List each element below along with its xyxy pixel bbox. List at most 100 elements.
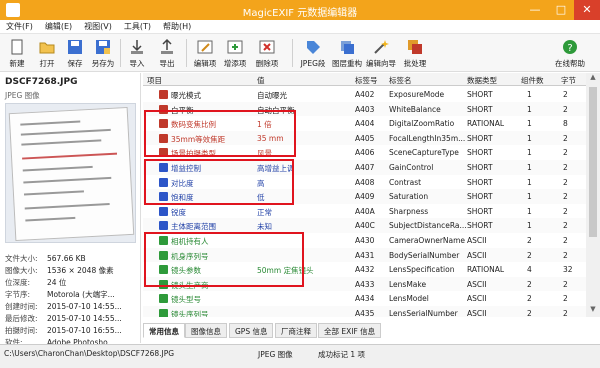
jpeg-segment-button[interactable]: JPEG段 (298, 36, 328, 70)
cell-type: ASCII (467, 279, 487, 289)
help-icon: ? (561, 38, 579, 56)
new-button[interactable]: 新建 (2, 36, 32, 70)
cell-tag: A431 (355, 250, 375, 260)
menu-bar: 文件(F) 编辑(E) 视图(V) 工具(T) 帮助(H) (0, 20, 600, 34)
cell-count: 1 (527, 192, 532, 202)
table-row[interactable]: 主体距离范围 未知 A40C SubjectDistanceRa... SHORT 1 2 (143, 218, 586, 233)
cell-type: ASCII (467, 294, 487, 304)
cell-bytes: 2 (563, 279, 568, 289)
cell-bytes: 2 (563, 236, 568, 245)
status-type: JPEG 图像 (258, 350, 293, 359)
cell-name: BodySerialNumber (389, 250, 460, 260)
cell-bytes: 2 (563, 250, 568, 260)
cell-tag: A404 (355, 119, 375, 129)
cell-count: 1 (527, 163, 532, 172)
minimize-button[interactable]: — (522, 0, 548, 20)
table-row[interactable]: 镜头序列号 A435 LensSerialNumber ASCII 2 2 (143, 306, 586, 317)
cell-tag: A406 (355, 148, 375, 158)
cell-bytes: 2 (563, 163, 568, 172)
tab-image-info[interactable]: 图像信息 (185, 323, 227, 338)
menu-help[interactable]: 帮助(H) (157, 20, 197, 34)
cell-name: Contrast (389, 177, 422, 187)
add-item-button[interactable]: 增添项 (220, 36, 250, 70)
menu-view[interactable]: 视图(V) (78, 20, 118, 34)
cell-name: ExposureMode (389, 90, 445, 99)
cell-count: 1 (527, 221, 532, 231)
cell-bytes: 2 (563, 221, 568, 231)
tab-gps-info[interactable]: GPS 信息 (229, 323, 274, 338)
file-info-panel: DSCF7268.JPG JPEG 图像 文件大小: 567.66 KB 图像大小… (0, 73, 141, 347)
cell-tag: A402 (355, 90, 375, 99)
cell-tag: A433 (355, 279, 375, 289)
layers-icon (338, 38, 356, 56)
toolbar-separator (120, 39, 121, 67)
tab-all-exif[interactable]: 全部 EXIF 信息 (318, 323, 382, 338)
cell-name: LensSerialNumber (389, 309, 458, 317)
table-row[interactable]: 曝光模式 自动曝光 A402 ExposureMode SHORT 1 2 (143, 87, 586, 102)
cell-type: SHORT (467, 90, 493, 99)
highlight-box-blue-group (144, 159, 294, 205)
scroll-down-icon[interactable]: ▼ (586, 305, 600, 317)
export-button[interactable]: 导出 (152, 36, 182, 70)
delete-item-button[interactable]: 删除项 (252, 36, 282, 70)
scroll-thumb[interactable] (589, 87, 597, 237)
cell-name: WhiteBalance (389, 104, 441, 114)
cell-value: 正常 (257, 207, 272, 217)
table-row[interactable]: 镜头型号 A434 LensModel ASCII 2 2 (143, 291, 586, 306)
delete-icon (258, 38, 276, 56)
vertical-scrollbar[interactable]: ▲ ▼ (586, 73, 600, 317)
cell-name: DigitalZoomRatio (389, 119, 455, 129)
import-button[interactable]: 导入 (122, 36, 152, 70)
edit-wizard-button[interactable]: 编辑向导 (366, 36, 396, 70)
batch-button[interactable]: 批处理 (400, 36, 430, 70)
new-file-icon (8, 38, 26, 56)
cell-bytes: 2 (563, 90, 568, 99)
cell-bytes: 2 (563, 133, 568, 143)
file-type: JPEG 图像 (5, 91, 40, 100)
cell-count: 1 (527, 104, 532, 114)
layer-rebuild-button[interactable]: 图层重构 (332, 36, 362, 70)
col-tag[interactable]: 标签号 (355, 75, 378, 86)
close-button[interactable]: ✕ (574, 0, 600, 20)
table-row[interactable]: 锐度 正常 A40A Sharpness SHORT 1 2 (143, 203, 586, 219)
menu-edit[interactable]: 编辑(E) (39, 20, 78, 34)
tab-maker-notes[interactable]: 厂商注释 (275, 323, 317, 338)
edit-item-button[interactable]: 编辑项 (190, 36, 220, 70)
cell-count: 2 (527, 279, 532, 289)
cell-tag: A435 (355, 309, 375, 317)
menu-file[interactable]: 文件(F) (0, 20, 39, 34)
save-as-button[interactable]: 另存为 (88, 36, 118, 70)
prop-modified: 最后修改: 2015-07-10 14:55... (5, 314, 122, 323)
cell-tag: A40A (355, 206, 375, 216)
cell-count: 1 (527, 133, 532, 143)
cell-tag: A408 (355, 177, 375, 187)
prop-shot-time: 拍摄时间: 2015-07-10 16:55... (5, 326, 122, 335)
cell-type: RATIONAL (467, 119, 505, 129)
cell-name: Sharpness (389, 206, 429, 216)
folder-icon (38, 38, 56, 56)
menu-tools[interactable]: 工具(T) (118, 20, 157, 34)
maximize-button[interactable]: □ (548, 0, 574, 20)
scroll-up-icon[interactable]: ▲ (586, 73, 600, 85)
cell-count: 1 (527, 90, 532, 99)
col-tag-name[interactable]: 标签名 (389, 75, 412, 86)
online-help-button[interactable]: ? 在线帮助 (548, 36, 592, 70)
cell-count: 4 (527, 265, 532, 275)
tab-common-info[interactable]: 常用信息 (143, 323, 185, 338)
col-count[interactable]: 组件数 (521, 75, 544, 86)
open-button[interactable]: 打开 (32, 36, 62, 70)
cell-type: SHORT (467, 163, 493, 172)
toolbar-separator (292, 39, 293, 67)
batch-icon (406, 38, 424, 56)
col-value[interactable]: 值 (257, 75, 265, 86)
cell-count: 2 (527, 236, 532, 245)
col-data-type[interactable]: 数据类型 (467, 75, 497, 86)
highlight-box-red (144, 110, 296, 157)
toolbar-separator (186, 39, 187, 67)
status-bar: C:\Users\CharonChan\Desktop\DSCF7268.JPG… (0, 344, 600, 368)
col-item[interactable]: 项目 (147, 75, 162, 86)
col-bytes[interactable]: 字节 (561, 75, 576, 86)
cell-count: 1 (527, 206, 532, 216)
save-button[interactable]: 保存 (60, 36, 90, 70)
cell-type: SHORT (467, 104, 493, 114)
